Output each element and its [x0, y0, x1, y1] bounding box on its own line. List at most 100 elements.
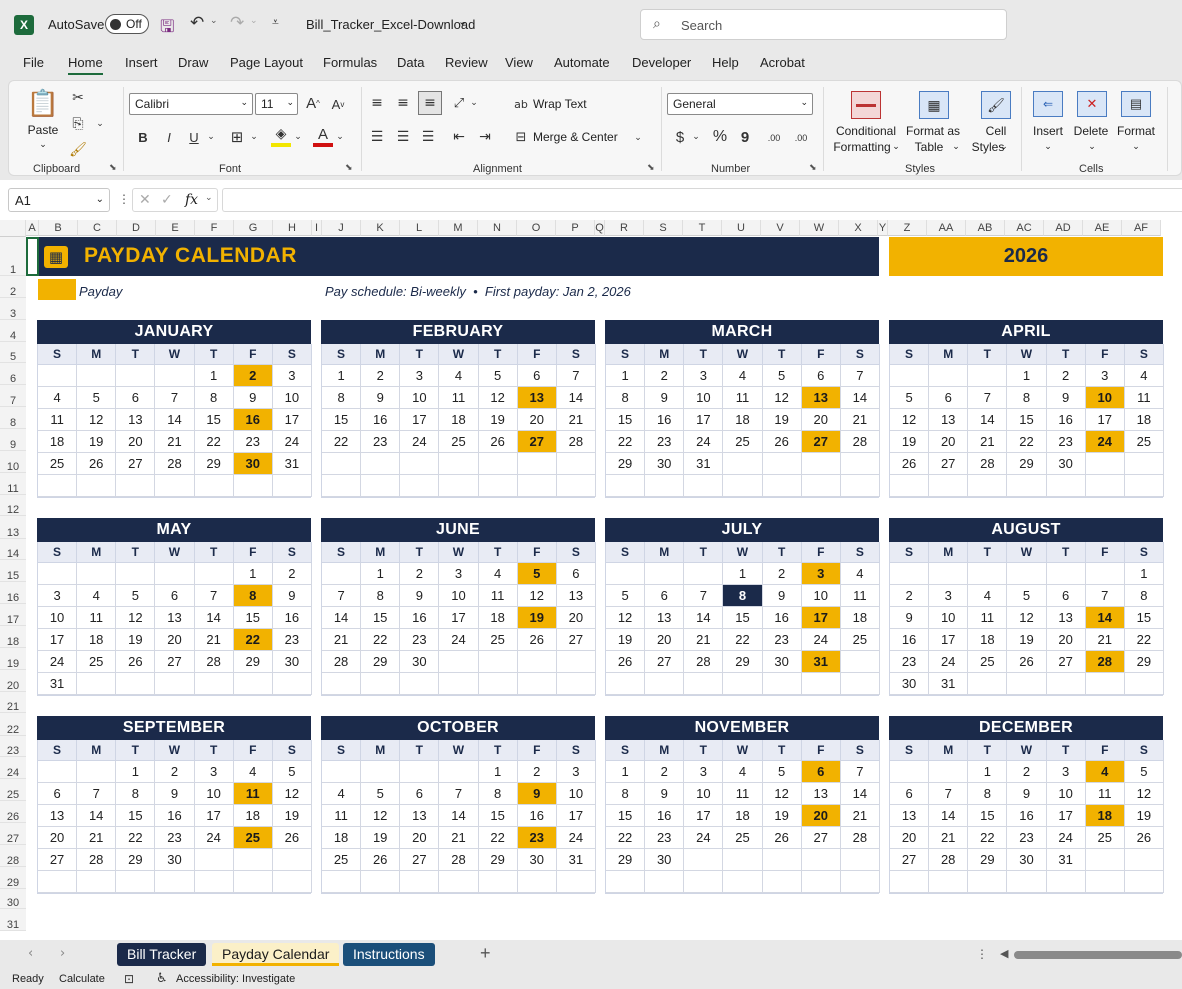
day-cell[interactable]: 15	[194, 409, 234, 431]
copy-icon[interactable]: ⎘	[69, 115, 87, 133]
day-cell[interactable]: 1	[606, 761, 646, 783]
day-cell[interactable]: 31	[684, 453, 724, 475]
status-accessibility[interactable]: Accessibility: Investigate	[176, 973, 295, 985]
empty-day-cell[interactable]	[1124, 453, 1164, 475]
day-cell[interactable]: 23	[361, 431, 401, 453]
day-cell[interactable]: 28	[322, 651, 362, 673]
day-cell[interactable]: 13	[38, 805, 78, 827]
align-left-icon[interactable]: ☰	[367, 127, 387, 147]
tab-payday-calendar[interactable]: Payday Calendar	[212, 943, 340, 966]
cut-icon[interactable]: ✂	[69, 89, 87, 107]
alignment-launcher-icon[interactable]: ⬊	[647, 163, 655, 173]
day-cell[interactable]: 21	[929, 827, 969, 849]
empty-day-cell[interactable]	[890, 761, 930, 783]
empty-day-cell[interactable]	[38, 365, 78, 387]
day-cell[interactable]: 22	[322, 431, 362, 453]
day-cell[interactable]: 26	[890, 453, 930, 475]
day-cell[interactable]: 24	[194, 827, 234, 849]
day-cell[interactable]: 31	[1046, 849, 1086, 871]
menu-help[interactable]: Help	[712, 55, 739, 70]
day-cell[interactable]: 9	[762, 585, 802, 607]
empty-day-cell[interactable]	[322, 563, 362, 585]
day-cell[interactable]: 3	[556, 761, 596, 783]
day-cell[interactable]: 6	[38, 783, 78, 805]
day-cell[interactable]: 7	[1085, 585, 1125, 607]
day-cell[interactable]: 24	[684, 827, 724, 849]
empty-day-cell[interactable]	[38, 563, 78, 585]
day-cell[interactable]: 12	[77, 409, 117, 431]
day-cell[interactable]: 24	[801, 629, 841, 651]
format-as-table-icon[interactable]: ▦	[919, 91, 949, 119]
day-cell[interactable]: 5	[272, 761, 312, 783]
row-header-23[interactable]: 23	[0, 736, 26, 757]
day-cell[interactable]: 18	[723, 805, 763, 827]
search-box[interactable]: ⌕ Search	[640, 9, 1007, 40]
day-cell[interactable]: 30	[233, 453, 273, 475]
day-cell[interactable]: 11	[1085, 783, 1125, 805]
empty-day-cell[interactable]	[723, 453, 763, 475]
day-cell[interactable]: 26	[762, 827, 802, 849]
day-cell[interactable]: 13	[890, 805, 930, 827]
empty-day-cell[interactable]	[645, 871, 685, 893]
merge-center-icon[interactable]: ⊟	[513, 128, 529, 146]
day-cell[interactable]: 10	[684, 783, 724, 805]
day-cell[interactable]: 31	[929, 673, 969, 695]
align-top-icon[interactable]: ≡	[367, 93, 387, 113]
empty-day-cell[interactable]	[929, 365, 969, 387]
paste-button[interactable]: Paste	[25, 123, 61, 138]
day-cell[interactable]: 24	[1085, 431, 1125, 453]
day-cell[interactable]: 5	[1007, 585, 1047, 607]
empty-day-cell[interactable]	[890, 475, 930, 497]
empty-day-cell[interactable]	[155, 673, 195, 695]
day-cell[interactable]: 1	[116, 761, 156, 783]
day-cell[interactable]: 2	[645, 365, 685, 387]
day-cell[interactable]: 26	[606, 651, 646, 673]
merge-center-button[interactable]: Merge & Center	[533, 130, 618, 145]
day-cell[interactable]: 7	[968, 387, 1008, 409]
day-cell[interactable]: 15	[361, 607, 401, 629]
accessibility-icon[interactable]: ♿	[156, 971, 168, 986]
day-cell[interactable]: 21	[968, 431, 1008, 453]
day-cell[interactable]: 23	[517, 827, 557, 849]
day-cell[interactable]: 28	[840, 827, 880, 849]
empty-day-cell[interactable]	[194, 849, 234, 871]
day-cell[interactable]: 1	[606, 365, 646, 387]
row-header-8[interactable]: 8	[0, 407, 26, 429]
row-header-24[interactable]: 24	[0, 757, 26, 779]
empty-day-cell[interactable]	[1007, 871, 1047, 893]
day-cell[interactable]: 14	[322, 607, 362, 629]
format-dropdown-icon[interactable]: ⌄	[1131, 140, 1141, 155]
menu-developer[interactable]: Developer	[632, 55, 691, 70]
day-cell[interactable]: 9	[890, 607, 930, 629]
day-cell[interactable]: 12	[762, 783, 802, 805]
empty-day-cell[interactable]	[840, 871, 880, 893]
day-cell[interactable]: 20	[517, 409, 557, 431]
day-cell[interactable]: 20	[400, 827, 440, 849]
row-header-29[interactable]: 29	[0, 867, 26, 889]
day-cell[interactable]: 21	[840, 805, 880, 827]
day-cell[interactable]: 10	[272, 387, 312, 409]
empty-day-cell[interactable]	[361, 871, 401, 893]
day-cell[interactable]: 16	[645, 409, 685, 431]
day-cell[interactable]: 13	[645, 607, 685, 629]
formula-input[interactable]	[222, 188, 1182, 212]
day-cell[interactable]: 5	[762, 761, 802, 783]
day-cell[interactable]: 6	[890, 783, 930, 805]
day-cell[interactable]: 18	[322, 827, 362, 849]
day-cell[interactable]: 2	[400, 563, 440, 585]
menu-draw[interactable]: Draw	[178, 55, 208, 70]
column-header-p[interactable]: P	[556, 220, 595, 236]
day-cell[interactable]: 9	[361, 387, 401, 409]
day-cell[interactable]: 12	[606, 607, 646, 629]
day-cell[interactable]: 9	[1046, 387, 1086, 409]
row-header-27[interactable]: 27	[0, 823, 26, 845]
empty-day-cell[interactable]	[606, 673, 646, 695]
column-header-v[interactable]: V	[761, 220, 800, 236]
day-cell[interactable]: 28	[840, 431, 880, 453]
day-cell[interactable]: 19	[1124, 805, 1164, 827]
empty-day-cell[interactable]	[929, 761, 969, 783]
day-cell[interactable]: 28	[77, 849, 117, 871]
day-cell[interactable]: 3	[684, 761, 724, 783]
empty-day-cell[interactable]	[361, 761, 401, 783]
empty-day-cell[interactable]	[116, 365, 156, 387]
